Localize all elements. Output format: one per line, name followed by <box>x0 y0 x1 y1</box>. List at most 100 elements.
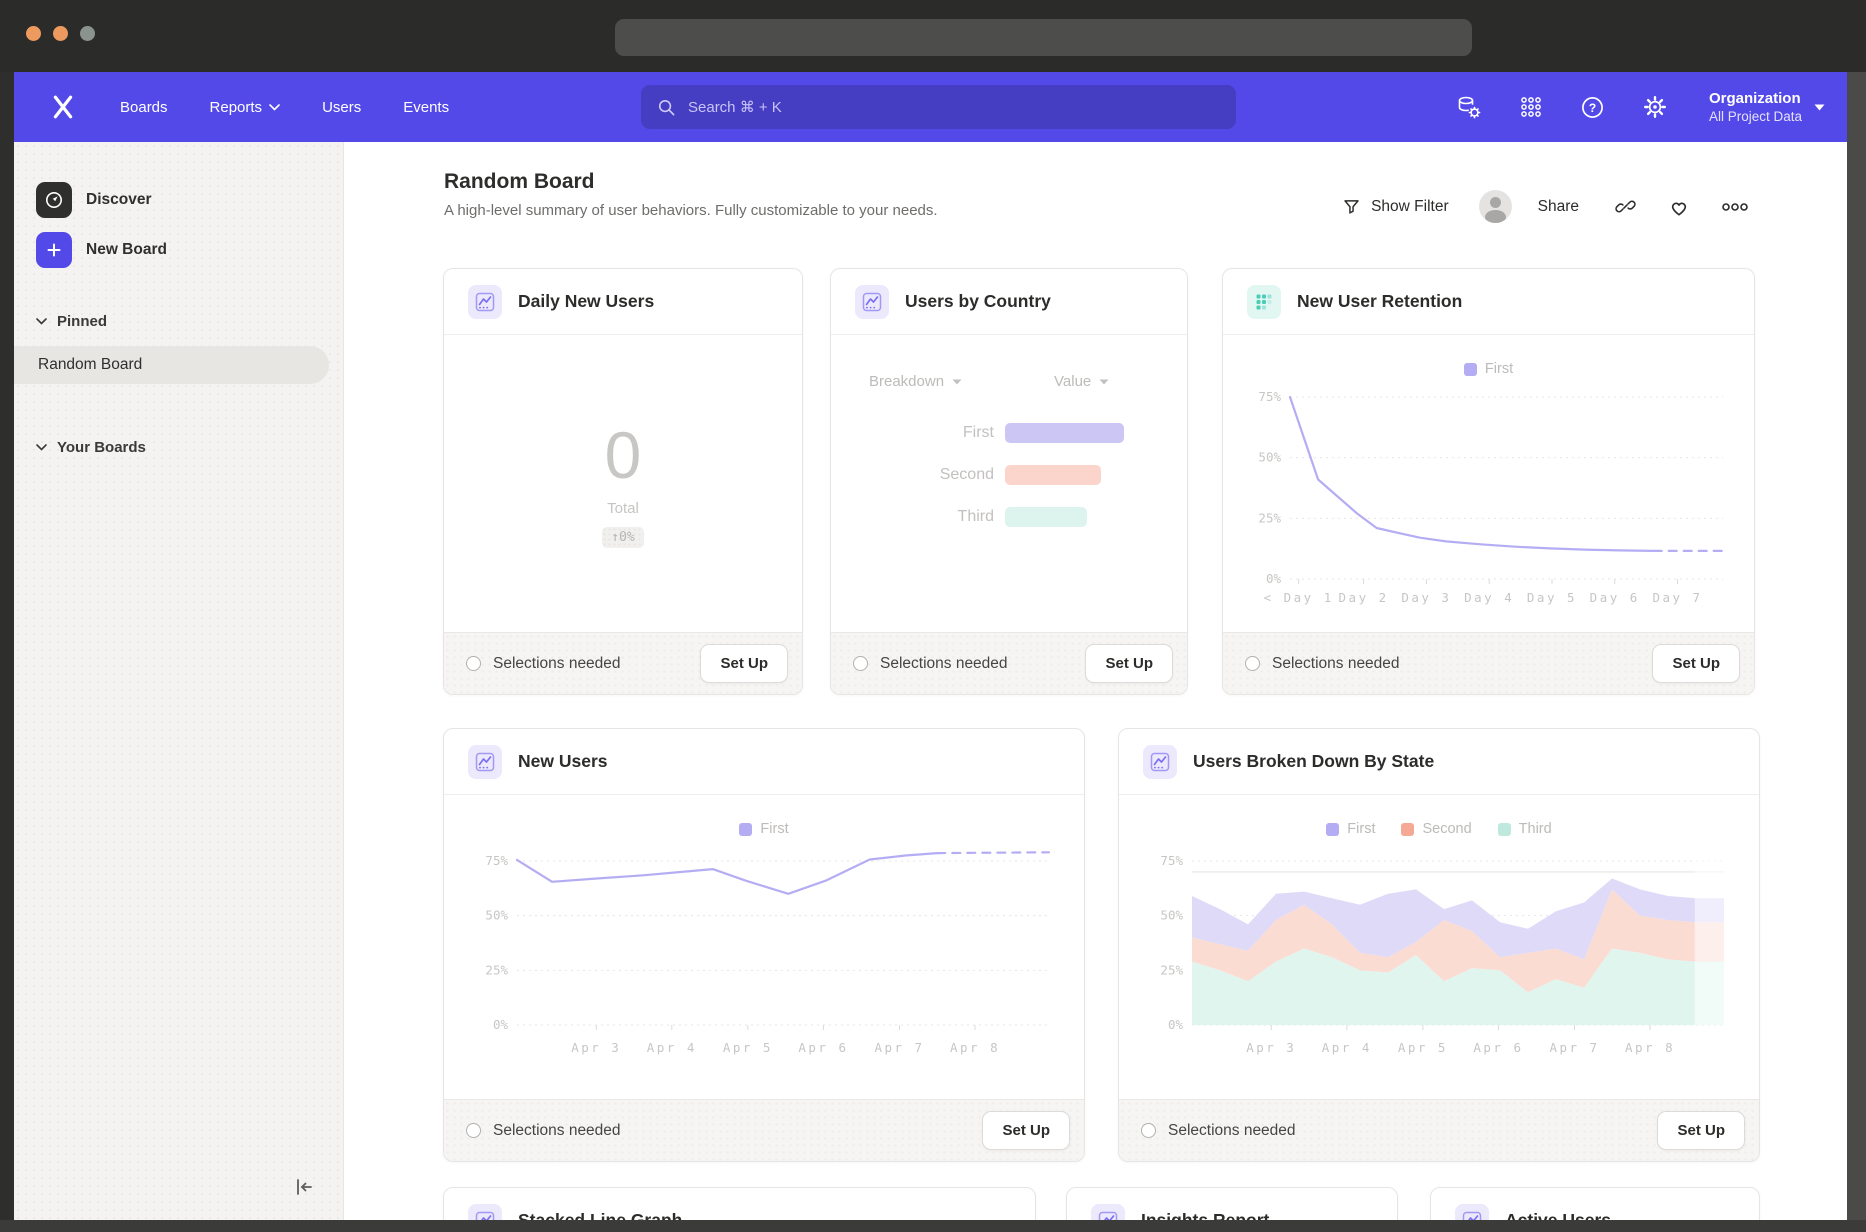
sidebar-item-new-board[interactable]: New Board <box>14 232 343 268</box>
sidebar-collapse-button[interactable] <box>291 1174 317 1200</box>
svg-text:25%: 25% <box>485 962 508 977</box>
apps-grid-icon[interactable] <box>1517 93 1545 121</box>
svg-text:0%: 0% <box>1168 1017 1184 1032</box>
share-button[interactable]: Share <box>1538 198 1579 216</box>
setup-button[interactable]: Set Up <box>1085 644 1173 683</box>
breakdown-dropdown[interactable]: Breakdown <box>869 373 962 390</box>
legend-label: First <box>760 821 788 837</box>
nav-item-users[interactable]: Users <box>322 99 361 116</box>
value-dropdown[interactable]: Value <box>1054 373 1109 390</box>
legend-label: Third <box>1519 821 1552 837</box>
card-status: Selections needed <box>493 1122 621 1140</box>
compass-icon <box>36 182 72 218</box>
card-status: Selections needed <box>1272 655 1400 673</box>
legend-chip <box>1401 823 1414 836</box>
svg-text:75%: 75% <box>485 853 508 868</box>
svg-text:Day 6: Day 6 <box>1590 590 1640 605</box>
card-status: Selections needed <box>1168 1122 1296 1140</box>
sidebar-item-label: New Board <box>86 241 167 259</box>
link-icon <box>1615 196 1636 217</box>
search-input[interactable]: Search ⌘ + K <box>641 85 1236 129</box>
country-bar-row: Third <box>831 507 1187 527</box>
card-title: New User Retention <box>1297 291 1462 312</box>
browser-address-bar[interactable] <box>615 19 1472 56</box>
new-users-line-chart: 0%25%50%75%Apr 3Apr 4Apr 5Apr 6Apr 7Apr … <box>467 841 1061 1061</box>
chevron-down-icon <box>1099 379 1109 385</box>
svg-text:?: ? <box>1589 101 1596 115</box>
card-new-users: New Users First 0%25%50%75%Apr 3Apr 4Apr… <box>443 728 1085 1162</box>
svg-text:50%: 50% <box>1160 908 1183 923</box>
nav-item-events[interactable]: Events <box>403 99 449 116</box>
chart-legend: First <box>1223 361 1754 377</box>
nav-item-reports[interactable]: Reports <box>210 99 281 116</box>
bar <box>1005 423 1124 443</box>
window-close-button[interactable] <box>26 26 41 41</box>
svg-text:Apr 4: Apr 4 <box>1322 1040 1372 1055</box>
window-minimize-button[interactable] <box>53 26 68 41</box>
sidebar-item-label: Random Board <box>38 356 142 374</box>
sidebar-section-your-boards[interactable]: Your Boards <box>14 432 343 462</box>
card-title: Active Users <box>1505 1210 1611 1220</box>
setup-button[interactable]: Set Up <box>1652 644 1740 683</box>
traffic-lights <box>26 26 95 41</box>
line-chart-icon <box>1455 1204 1489 1221</box>
legend-chip <box>1464 363 1477 376</box>
copy-link-button[interactable] <box>1615 196 1636 217</box>
page-subtitle: A high-level summary of user behaviors. … <box>444 202 938 219</box>
svg-text:Day 5: Day 5 <box>1527 590 1577 605</box>
app-window: Boards Reports Users Events Searc <box>14 72 1847 1220</box>
window-zoom-button[interactable] <box>80 26 95 41</box>
section-label: Pinned <box>57 313 107 330</box>
favorite-button[interactable] <box>1668 197 1690 217</box>
sidebar-section-pinned[interactable]: Pinned <box>14 306 343 336</box>
settings-gear-icon[interactable] <box>1641 93 1669 121</box>
legend-label: First <box>1347 821 1375 837</box>
legend-chip <box>1498 823 1511 836</box>
data-management-icon[interactable] <box>1455 93 1483 121</box>
metric-big-value: 0 <box>605 420 642 490</box>
nav-item-label: Users <box>322 99 361 116</box>
svg-text:0%: 0% <box>493 1017 509 1032</box>
top-navbar: Boards Reports Users Events Searc <box>14 72 1847 142</box>
sidebar-item-random-board[interactable]: Random Board <box>14 346 329 384</box>
svg-text:Day 4: Day 4 <box>1464 590 1514 605</box>
nav-item-boards[interactable]: Boards <box>120 99 168 116</box>
svg-text:Day 2: Day 2 <box>1339 590 1389 605</box>
legend-label: Second <box>1422 821 1471 837</box>
line-chart-icon <box>468 285 502 319</box>
bar-label: First <box>869 424 994 442</box>
svg-text:50%: 50% <box>485 908 508 923</box>
board-main: Random Board A high-level summary of use… <box>344 142 1847 1220</box>
chevron-down-icon <box>1814 104 1825 111</box>
svg-text:Apr 4: Apr 4 <box>647 1040 697 1055</box>
avatar[interactable] <box>1479 190 1512 223</box>
bar <box>1005 465 1101 485</box>
line-chart-icon <box>468 1204 502 1221</box>
card-new-user-retention: New User Retention First 0%25%50%75%< Da… <box>1222 268 1755 695</box>
more-options-button[interactable] <box>1722 202 1748 212</box>
svg-text:Apr 8: Apr 8 <box>950 1040 1000 1055</box>
card-users-by-state: Users Broken Down By State First Second <box>1118 728 1760 1162</box>
sidebar-item-discover[interactable]: Discover <box>14 182 343 218</box>
help-icon[interactable]: ? <box>1579 93 1607 121</box>
svg-text:Apr 6: Apr 6 <box>1473 1040 1523 1055</box>
setup-button[interactable]: Set Up <box>982 1111 1070 1150</box>
nav-item-label: Boards <box>120 99 168 116</box>
card-title: Daily New Users <box>518 291 654 312</box>
setup-button[interactable]: Set Up <box>1657 1111 1745 1150</box>
desktop-background: Boards Reports Users Events Searc <box>0 0 1866 1232</box>
setup-button[interactable]: Set Up <box>700 644 788 683</box>
svg-text:0%: 0% <box>1266 571 1282 586</box>
bar <box>1005 507 1087 527</box>
status-radio-icon <box>853 656 868 671</box>
mixpanel-logo-icon[interactable] <box>48 92 78 122</box>
bar-label: Second <box>869 466 994 484</box>
show-filter-button[interactable]: Show Filter <box>1342 197 1449 216</box>
org-switcher[interactable]: Organization All Project Data <box>1709 89 1825 125</box>
legend-item: First <box>1464 361 1513 377</box>
legend-chip <box>1326 823 1339 836</box>
country-bar-row: First <box>831 423 1187 443</box>
dropdown-label: Value <box>1054 373 1091 390</box>
svg-text:Apr 7: Apr 7 <box>874 1040 924 1055</box>
share-label: Share <box>1538 198 1579 216</box>
